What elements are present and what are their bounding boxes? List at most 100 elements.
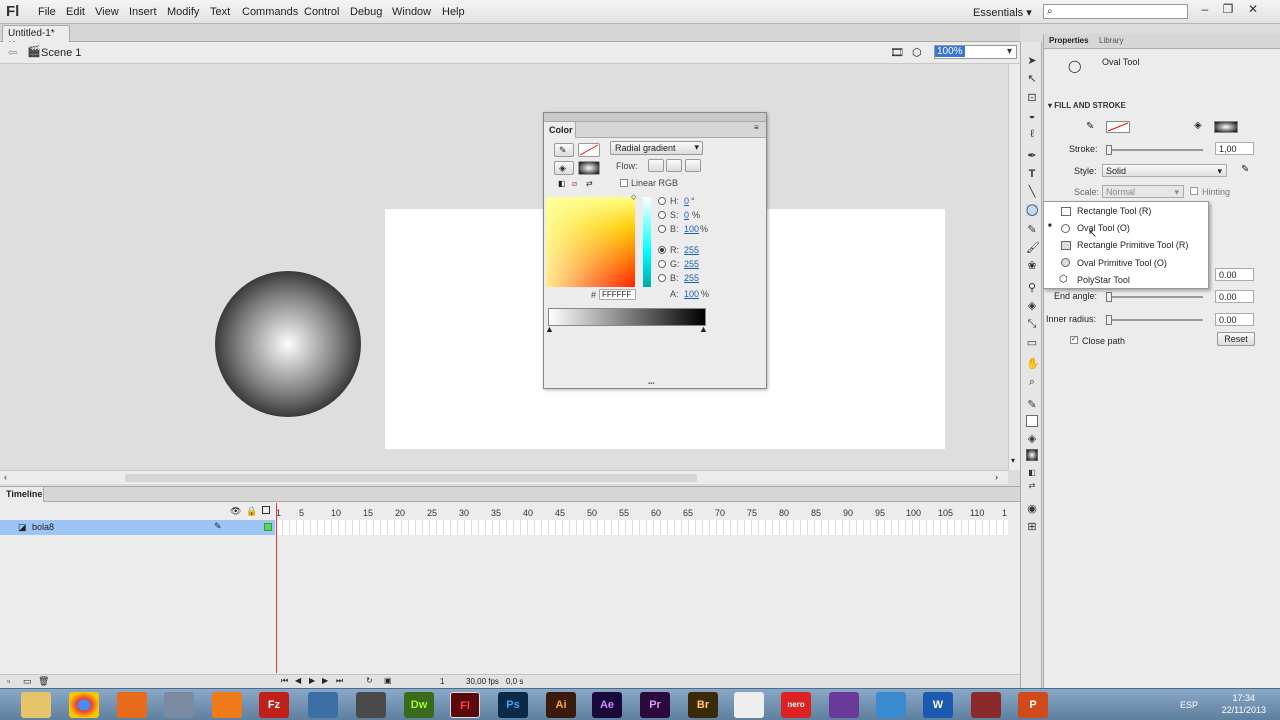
fps-value[interactable]: 30,00 fps (466, 677, 499, 686)
deco-tool-icon[interactable]: ❀ (1026, 260, 1038, 272)
panel-grip[interactable] (544, 113, 766, 122)
scroll-down-icon[interactable]: ▾ (1011, 456, 1015, 465)
eye-icon[interactable]: 👁 (230, 506, 241, 517)
paint-bucket-tool-icon[interactable]: ◈ (1026, 300, 1038, 312)
globe-taskbar-icon[interactable] (308, 692, 338, 718)
search-input[interactable]: ⌕ (1043, 4, 1188, 19)
fill-color-button[interactable]: ◈ (554, 161, 574, 175)
end-angle-slider[interactable] (1106, 292, 1203, 302)
selection-tool-icon[interactable]: ➤ (1026, 55, 1038, 67)
scroll-thumb[interactable] (125, 474, 697, 482)
stroke-color-swatch[interactable] (1106, 121, 1130, 133)
blue-radio[interactable] (658, 274, 666, 282)
brightness-radio[interactable] (658, 225, 666, 233)
restore-button[interactable]: ❐ (1219, 2, 1237, 18)
menu-debug[interactable]: Debug (350, 6, 382, 18)
filezilla-taskbar-icon[interactable]: Fz (259, 692, 289, 718)
stroke-swatch[interactable] (578, 143, 600, 157)
network-taskbar-icon[interactable] (164, 692, 194, 718)
hue-radio[interactable] (658, 197, 666, 205)
back-arrow-icon[interactable]: ⇦ (8, 46, 17, 59)
gradient-bar[interactable] (548, 308, 706, 326)
text-tool-icon[interactable]: T (1026, 168, 1038, 180)
end-angle-slider-knob[interactable] (1106, 292, 1112, 302)
illustrator-taskbar-icon[interactable]: Ai (546, 692, 576, 718)
pencil-tool-icon[interactable]: ✎ (1026, 224, 1038, 236)
firefox-taskbar-icon[interactable] (117, 692, 147, 718)
stroke-color-button[interactable]: ✎ (554, 143, 574, 157)
end-angle-input[interactable]: 0.00 (1215, 290, 1254, 303)
bridge-taskbar-icon[interactable]: Br (688, 692, 718, 718)
no-color-button-icon[interactable]: ⧄ (572, 179, 577, 189)
h-value[interactable]: 0 (684, 196, 689, 206)
free-transform-tool-icon[interactable]: ⊡ (1026, 92, 1038, 104)
loop-icon[interactable]: ↻ (366, 676, 373, 685)
nero-taskbar-icon[interactable]: nero (781, 692, 811, 718)
inkscape-taskbar-icon[interactable] (356, 692, 386, 718)
minimize-button[interactable]: – (1196, 2, 1214, 18)
color-panel-tab[interactable]: Color (544, 122, 576, 138)
stroke-input[interactable]: 1,00 (1215, 142, 1254, 155)
start-angle-input[interactable]: 0.00 (1215, 268, 1254, 281)
oval-tool-icon[interactable]: ◯ (1026, 204, 1038, 216)
layer-outline-color[interactable] (264, 523, 272, 531)
snap-to-objects-icon[interactable]: ◉ (1026, 503, 1038, 515)
tab-properties[interactable]: Properties (1049, 36, 1089, 45)
b-value[interactable]: 100 (684, 224, 699, 234)
layer-row[interactable]: ◪ bola8 ✎ (0, 520, 275, 535)
scroll-left-icon[interactable]: ‹ (4, 472, 7, 482)
resize-grip-icon[interactable]: ▪▪▪ (648, 381, 654, 387)
inner-radius-slider-knob[interactable] (1106, 315, 1112, 325)
new-layer-icon[interactable]: ▫ (7, 676, 10, 686)
onion-skin-icon[interactable]: ▣ (384, 676, 392, 685)
acrobat-taskbar-icon[interactable] (734, 692, 764, 718)
menu-oval-primitive-tool[interactable]: Oval Primitive Tool (O) (1077, 258, 1167, 268)
layer-name[interactable]: bola8 (32, 522, 54, 532)
a-value[interactable]: 100 (684, 289, 699, 299)
frame-grid[interactable] (276, 520, 1008, 535)
scale-select[interactable]: Normal ▾ (1102, 185, 1184, 198)
color-picker-field[interactable] (546, 197, 635, 287)
edit-scene-icon[interactable]: 🎞 (890, 46, 904, 59)
panel-menu-icon[interactable]: ≡ (754, 123, 759, 132)
document-tab[interactable]: Untitled-1* ✕ (2, 25, 70, 49)
r-value[interactable]: 255 (684, 245, 699, 255)
linear-rgb-checkbox[interactable] (620, 179, 628, 187)
after-effects-taskbar-icon[interactable]: Ae (592, 692, 622, 718)
flow-repeat-button[interactable] (685, 159, 701, 172)
menu-text[interactable]: Text (210, 6, 230, 18)
menu-edit[interactable]: Edit (66, 6, 85, 18)
default-colors-icon[interactable]: ◧ (1026, 467, 1038, 479)
flow-extend-button[interactable] (648, 159, 664, 172)
fill-swatch[interactable] (578, 161, 600, 175)
pen-tool-icon[interactable]: ✒ (1026, 150, 1038, 162)
fill-stroke-section[interactable]: ▾ FILL AND STROKE (1048, 101, 1126, 110)
gradient-stop-white[interactable]: ▲ (545, 324, 554, 334)
outline-icon[interactable] (262, 506, 270, 514)
menu-insert[interactable]: Insert (129, 6, 157, 18)
blue-value[interactable]: 255 (684, 273, 699, 283)
delete-layer-icon[interactable]: 🗑 (38, 676, 49, 687)
stroke-slider[interactable] (1106, 145, 1203, 155)
stroke-swatch-icon[interactable] (1026, 415, 1038, 427)
green-radio[interactable] (658, 260, 666, 268)
menu-window[interactable]: Window (392, 6, 431, 18)
explorer-taskbar-icon[interactable] (21, 692, 51, 718)
language-indicator[interactable]: ESP (1180, 700, 1198, 710)
scroll-right-icon[interactable]: › (995, 472, 998, 482)
hue-slider[interactable] (643, 197, 651, 287)
menu-commands[interactable]: Commands (242, 6, 298, 18)
picker-marker-icon[interactable]: ◇ (631, 193, 636, 201)
go-to-first-icon[interactable]: ⏮ (281, 676, 288, 686)
fill-swatch-icon[interactable] (1026, 449, 1038, 461)
bone-tool-icon[interactable]: ⚲ (1026, 282, 1038, 294)
fill-color-icon[interactable]: ◈ (1026, 433, 1038, 445)
workspace-switcher[interactable]: Essentials ▾ (973, 6, 1032, 19)
hand-tool-icon[interactable]: ✋ (1026, 358, 1040, 370)
menu-polystar-tool[interactable]: PolyStar Tool (1077, 275, 1130, 285)
zoom-tool-icon[interactable]: ⌕ (1026, 376, 1038, 388)
flow-reflect-button[interactable] (666, 159, 682, 172)
menu-control[interactable]: Control (304, 6, 339, 18)
scene-label[interactable]: Scene 1 (41, 47, 81, 59)
itunes-taskbar-icon[interactable] (876, 692, 906, 718)
